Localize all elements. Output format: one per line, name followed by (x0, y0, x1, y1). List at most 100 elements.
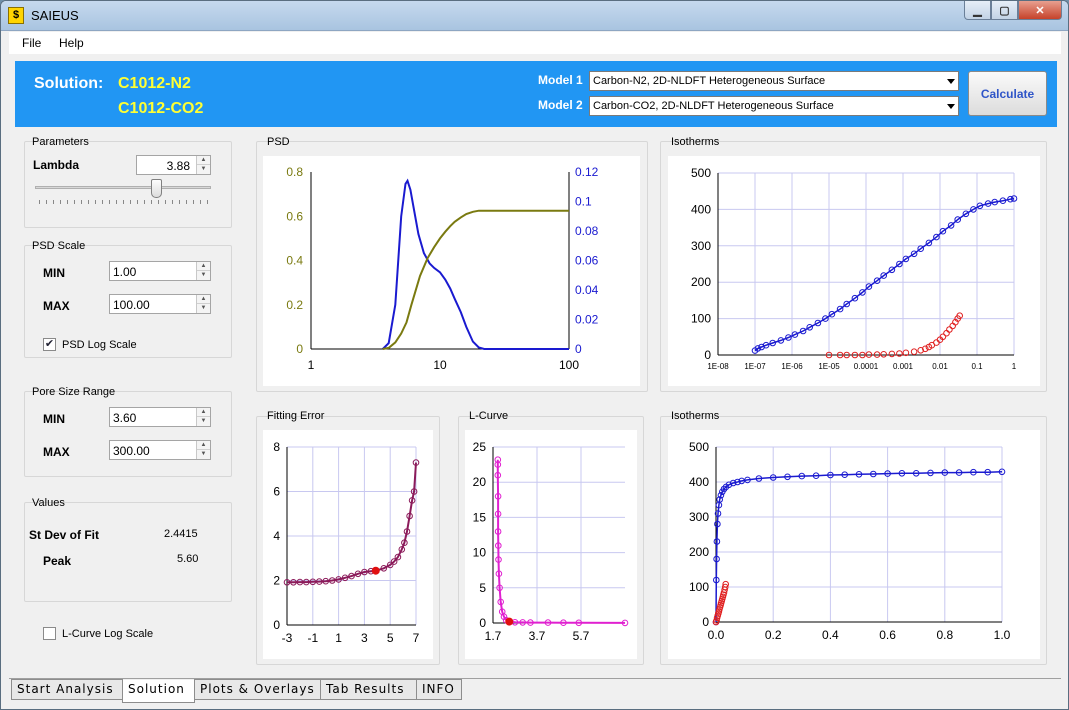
up-arrow-icon[interactable]: ▲ (197, 408, 210, 417)
isotherms-linear-chart: 0 100 200 300 400 500 0.0 0.2 0.4 0.6 0.8 1.0 (689, 440, 1011, 642)
data-point (933, 339, 940, 346)
y-tick-label-left: 0 (296, 342, 303, 356)
x-tick-label: 0.0 (708, 628, 725, 642)
data-point (880, 351, 887, 358)
y-tick-label-right: 0.12 (575, 165, 599, 179)
y-tick-label: 4 (273, 529, 280, 543)
menu-file[interactable]: File (22, 36, 41, 50)
pore-range-panel (24, 391, 232, 477)
psd-max-stepper[interactable]: ▲ ▼ (196, 295, 210, 313)
selected-point-marker (371, 566, 380, 575)
stdev-label: St Dev of Fit (29, 528, 100, 542)
isotherms-bottom-title: Isotherms (671, 410, 720, 422)
tab-plots-overlays[interactable]: Plots & Overlays (194, 679, 321, 700)
close-button[interactable]: ✕ (1018, 1, 1062, 20)
tab-solution[interactable]: Solution (122, 680, 195, 703)
isotherms-top-title: Isotherms (671, 136, 720, 148)
y-tick-label-right: 0.06 (575, 254, 599, 268)
psd-chart-area: 0 0.2 0.4 0.6 0.8 0 0.02 0.04 0.06 0.08 0.1 0.12 1 10… (263, 156, 640, 386)
x-tick-label: 0.001 (893, 362, 914, 371)
lambda-input[interactable]: 3.88 ▲ ▼ (136, 155, 211, 175)
y-tick-label: 500 (689, 440, 709, 454)
down-arrow-icon[interactable]: ▼ (197, 165, 210, 174)
y-tick-label: 400 (691, 202, 711, 216)
y-tick-label: 8 (273, 440, 280, 454)
lambda-slider-thumb[interactable] (151, 179, 162, 198)
stdev-value: 2.4415 (164, 528, 198, 540)
y-tick-label-right: 0.02 (575, 313, 599, 327)
solution-name-2: C1012-CO2 (118, 100, 204, 117)
solution-name-1: C1012-N2 (118, 75, 191, 92)
tab-start-analysis[interactable]: Start Analysis (11, 679, 123, 700)
down-arrow-icon[interactable]: ▼ (197, 450, 210, 459)
y-tick-label: 25 (473, 440, 487, 454)
up-arrow-icon[interactable]: ▲ (197, 262, 210, 271)
y-tick-label-left: 0.6 (286, 209, 303, 223)
lambda-stepper[interactable]: ▲ ▼ (196, 156, 210, 174)
data-point (946, 326, 953, 333)
psd-max-value: 100.00 (113, 298, 150, 312)
model2-select[interactable]: Carbon-CO2, 2D-NLDFT Heterogeneous Surfa… (589, 96, 959, 116)
tab-results[interactable]: Tab Results (320, 679, 417, 700)
up-arrow-icon[interactable]: ▲ (197, 156, 210, 165)
title-bar: $ SAIEUS ▁ ▢ ✕ (1, 1, 1068, 31)
psd-log-label: PSD Log Scale (62, 339, 137, 351)
psd-max-label: MAX (43, 299, 70, 313)
x-tick-label: 1.7 (485, 629, 502, 643)
y-tick-label: 0 (273, 618, 280, 632)
y-tick-label-right: 0.08 (575, 224, 599, 238)
pore-min-label: MIN (43, 412, 65, 426)
psd-max-input[interactable]: 100.00 ▲ ▼ (109, 294, 211, 314)
menu-help[interactable]: Help (59, 36, 84, 50)
y-tick-label-right: 0.04 (575, 283, 599, 297)
y-tick-label-right: 0.1 (575, 195, 592, 209)
down-arrow-icon[interactable]: ▼ (197, 304, 210, 313)
pore-min-input[interactable]: 3.60 ▲ ▼ (109, 407, 211, 427)
tab-info[interactable]: INFO (416, 679, 462, 700)
chevron-down-icon (947, 104, 955, 109)
pore-min-stepper[interactable]: ▲ ▼ (196, 408, 210, 426)
x-tick-label: 0.4 (822, 628, 839, 642)
up-arrow-icon[interactable]: ▲ (197, 441, 210, 450)
pore-max-stepper[interactable]: ▲ ▼ (196, 441, 210, 459)
data-point (888, 350, 896, 358)
psd-min-input[interactable]: 1.00 ▲ ▼ (109, 261, 211, 281)
pore-max-label: MAX (43, 445, 70, 459)
window-controls: ▁ ▢ ✕ (964, 1, 1062, 21)
y-tick-label: 15 (473, 510, 487, 524)
down-arrow-icon[interactable]: ▼ (197, 271, 210, 280)
model2-value: Carbon-CO2, 2D-NLDFT Heterogeneous Surfa… (593, 100, 834, 112)
x-tick-label: 5 (387, 631, 394, 645)
calculate-button[interactable]: Calculate (968, 71, 1047, 116)
x-tick-label: 0.0001 (854, 362, 879, 371)
pore-max-input[interactable]: 300.00 ▲ ▼ (109, 440, 211, 460)
y-tick-label: 300 (689, 510, 709, 524)
minimize-button[interactable]: ▁ (964, 1, 991, 20)
peak-value: 5.60 (177, 553, 199, 565)
x-tick-label: -1 (307, 631, 318, 645)
x-tick-label: 1 (1012, 362, 1017, 371)
series-line-0 (287, 462, 417, 584)
fitting-error-chart: 0 2 4 6 8 -3 -1 1 3 5 7 (273, 440, 420, 645)
lcurve-log-checkbox[interactable] (43, 627, 56, 640)
lambda-slider-track[interactable] (35, 186, 211, 189)
x-tick-label: 1E-05 (818, 362, 840, 371)
psd-series-line-1 (382, 209, 569, 350)
menu-bar: File Help (9, 32, 1061, 54)
series-line-0 (496, 459, 626, 624)
psd-min-stepper[interactable]: ▲ ▼ (196, 262, 210, 280)
x-tick-label: 1.0 (994, 628, 1011, 642)
up-arrow-icon[interactable]: ▲ (197, 295, 210, 304)
down-arrow-icon[interactable]: ▼ (197, 417, 210, 426)
y-tick-label: 400 (689, 475, 709, 489)
solution-label: Solution: (34, 75, 104, 92)
x-tick-label: 7 (413, 631, 420, 645)
x-tick-label: 1 (308, 358, 315, 372)
solution-header: Solution: C1012-N2 C1012-CO2 Model 1 Mod… (15, 61, 1057, 127)
psd-log-checkbox[interactable]: ✔ (43, 338, 56, 351)
model1-label: Model 1 (538, 73, 583, 87)
model1-select[interactable]: Carbon-N2, 2D-NLDFT Heterogeneous Surfac… (589, 71, 959, 91)
x-tick-label: 1E-07 (744, 362, 766, 371)
y-tick-label: 10 (473, 546, 487, 560)
maximize-button[interactable]: ▢ (991, 1, 1018, 20)
